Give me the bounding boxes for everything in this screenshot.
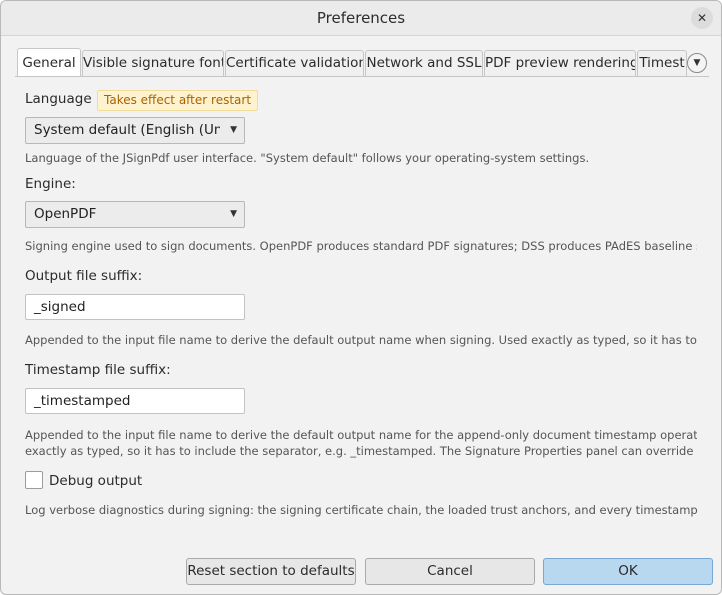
close-icon: ✕ [696,11,708,25]
chevron-down-icon: ▼ [230,209,237,219]
language-value: System default (English (Unite... [34,122,220,138]
tab-general[interactable]: General [17,48,81,77]
engine-label: Engine: [25,176,76,192]
output-suffix-value: _signed [34,299,86,315]
debug-output-checkbox[interactable] [25,471,43,489]
language-label: Language [25,91,92,107]
timestamp-suffix-description-line2: exactly as typed, so it has to include t… [25,444,697,458]
language-description: Language of the JSignPdf user interface.… [25,151,590,165]
output-suffix-field[interactable]: _signed [25,294,245,320]
dialog-title: Preferences [316,9,406,27]
title-bar: Preferences ✕ [1,1,721,36]
chevron-down-icon: ▼ [230,125,237,135]
restart-badge: Takes effect after restart [97,90,259,111]
tab-certificate-validation[interactable]: Certificate validation [225,50,364,76]
timestamp-suffix-label: Timestamp file suffix: [25,362,171,378]
output-suffix-description: Appended to the input file name to deriv… [25,333,697,347]
language-select[interactable]: System default (English (Unite... ▼ [25,117,245,144]
tab-pdf-preview-rendering[interactable]: PDF preview rendering [484,50,636,76]
timestamp-suffix-value: _timestamped [34,393,131,409]
timestamp-suffix-description-line1: Appended to the input file name to deriv… [25,428,697,442]
engine-description: Signing engine used to sign documents. O… [25,239,697,253]
tab-network-ssl[interactable]: Network and SSL [365,50,483,76]
preferences-dialog: Preferences ✕ General Visible signature … [0,0,722,595]
debug-output-label[interactable]: Debug output [49,473,142,489]
engine-select[interactable]: OpenPDF ▼ [25,201,245,228]
tab-bar: General Visible signature font Certifica… [15,48,709,77]
reset-defaults-button[interactable]: Reset section to defaults [186,558,356,585]
cancel-button[interactable]: Cancel [365,558,535,585]
tab-overflow-button[interactable]: ▼ [687,53,707,73]
close-button[interactable]: ✕ [691,7,713,29]
ok-button[interactable]: OK [543,558,713,585]
tab-timestamp[interactable]: Timest [637,50,687,76]
output-suffix-label: Output file suffix: [25,268,143,284]
tab-visible-signature-font[interactable]: Visible signature font [82,50,224,76]
timestamp-suffix-field[interactable]: _timestamped [25,388,245,414]
chevron-down-icon: ▼ [693,58,701,68]
debug-output-description: Log verbose diagnostics during signing: … [25,503,697,517]
engine-value: OpenPDF [34,206,97,222]
